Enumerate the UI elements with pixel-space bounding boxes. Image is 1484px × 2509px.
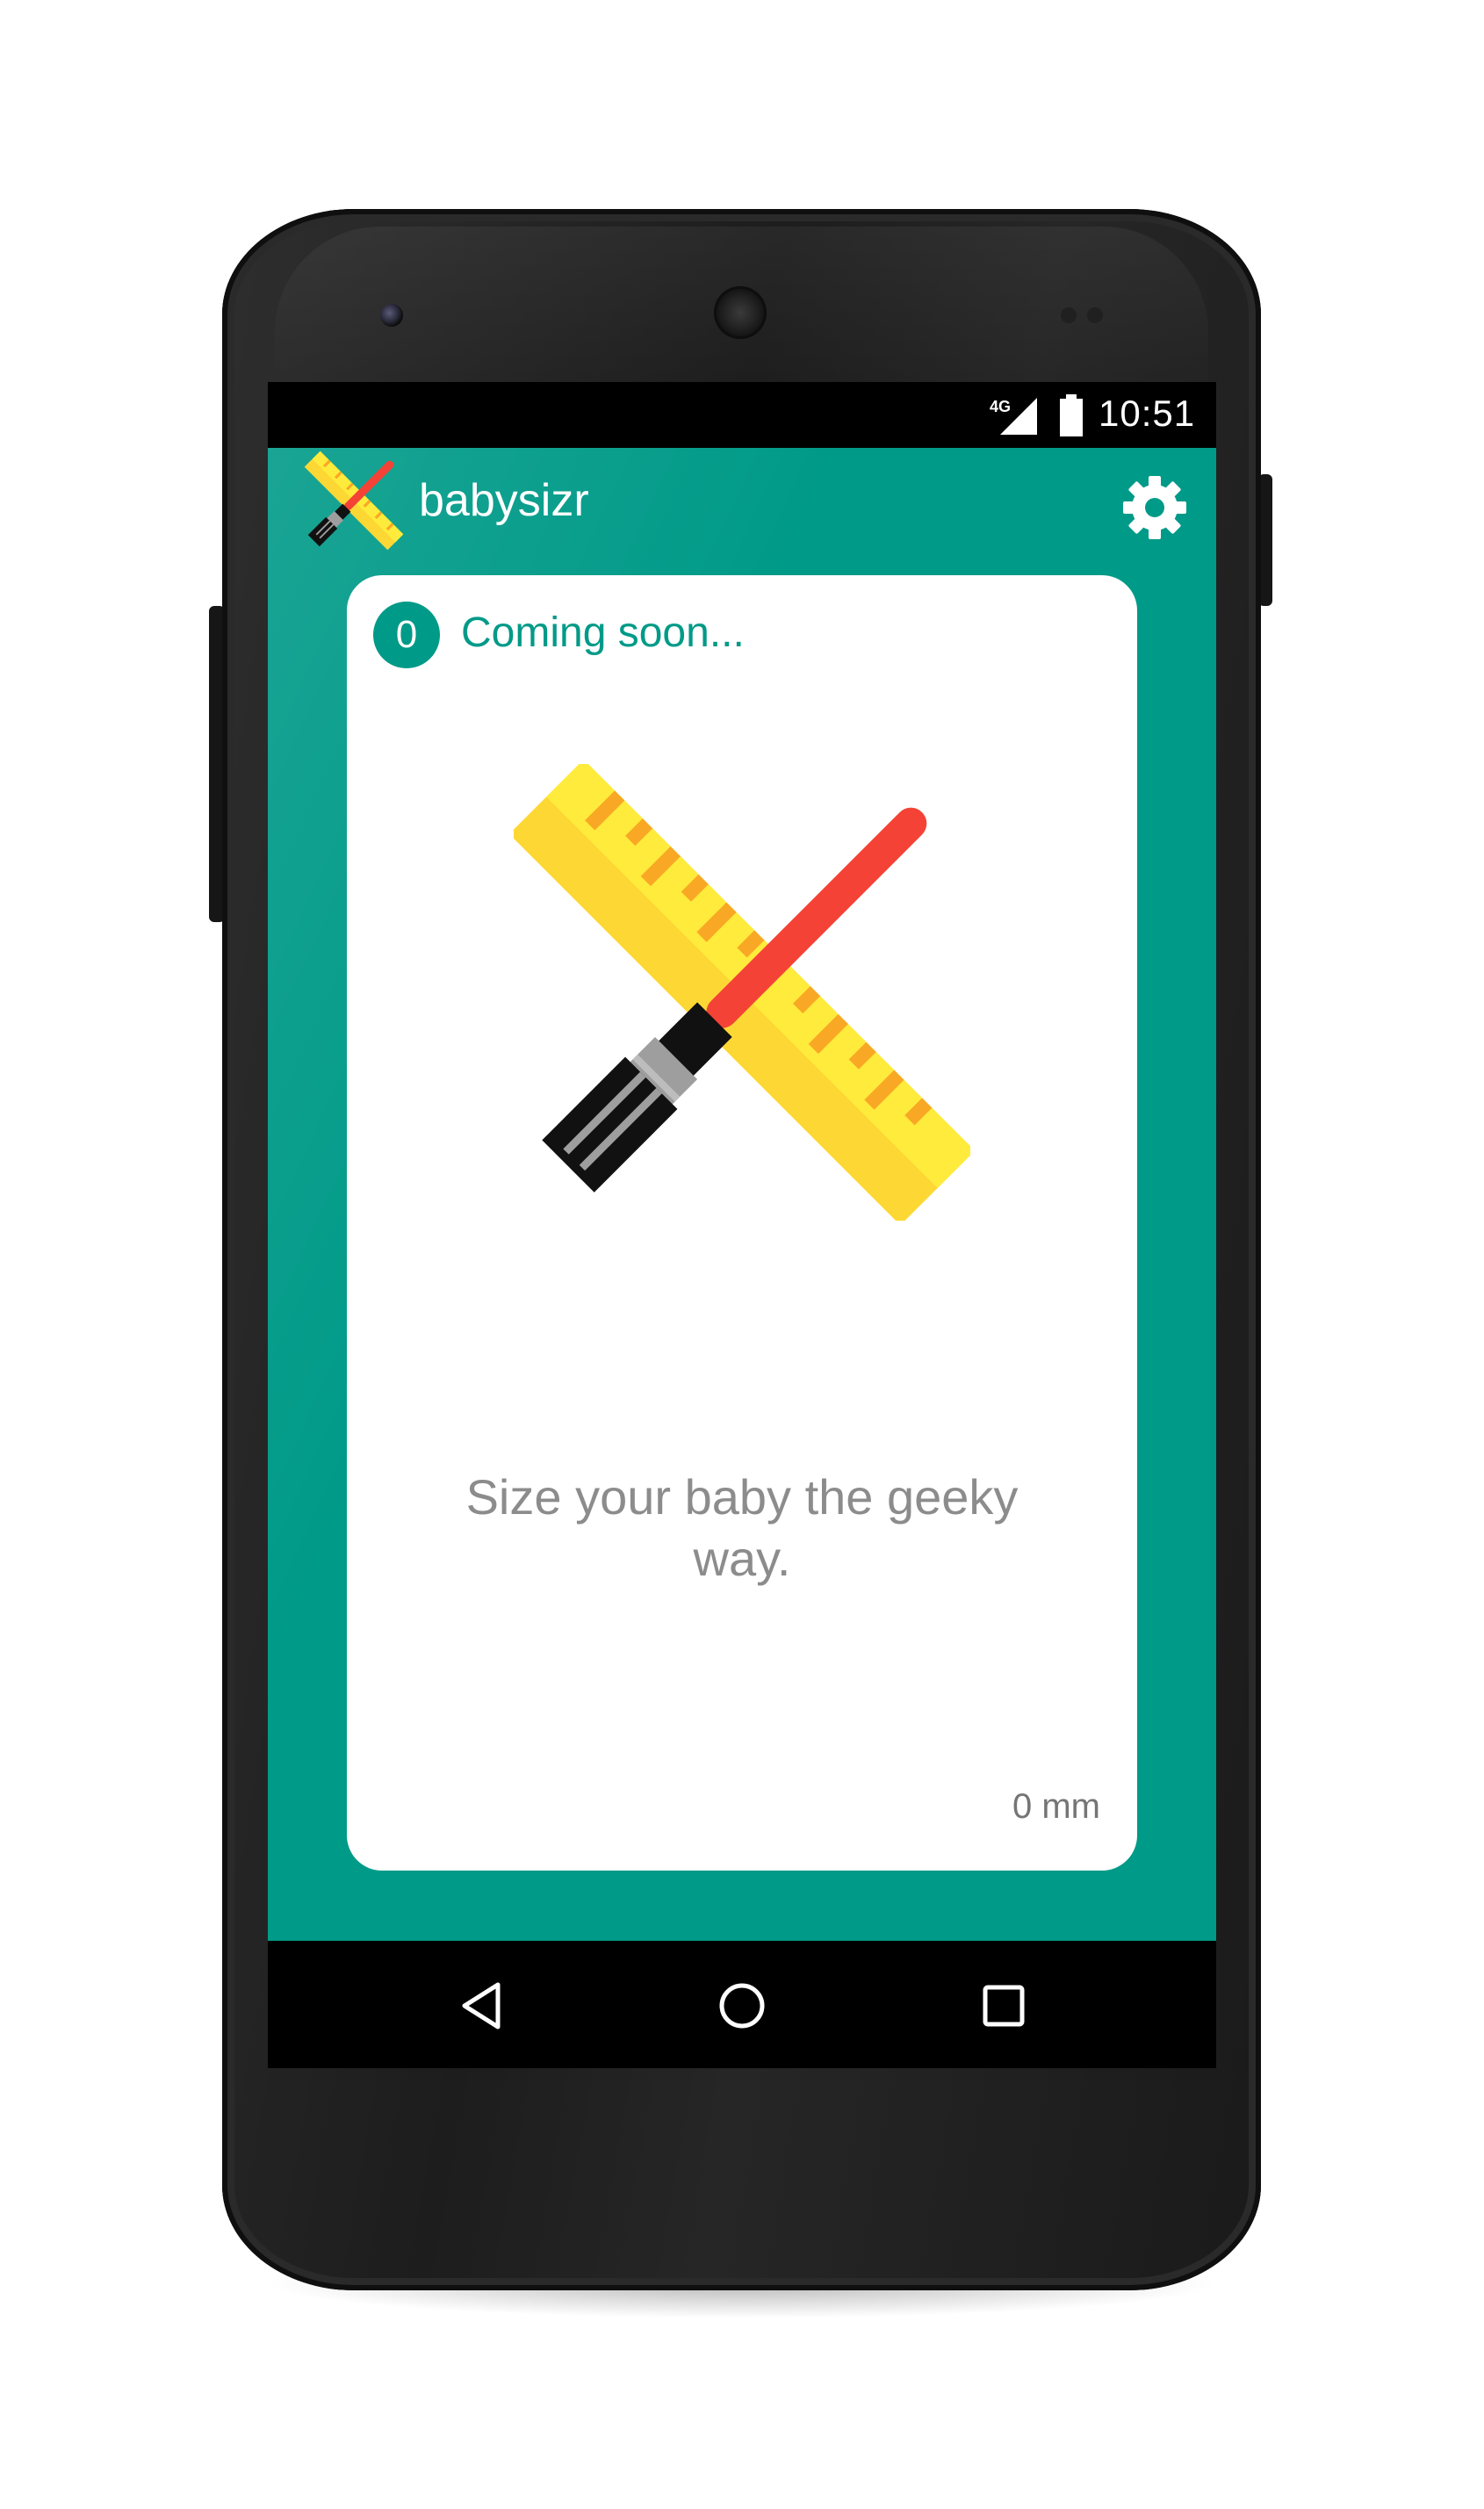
ruler-lightsaber-icon (514, 764, 970, 1221)
tagline: Size your baby the geeky way. (465, 1469, 1019, 1586)
signal-icon (1000, 398, 1037, 435)
front-camera (380, 304, 403, 327)
recents-square-icon[interactable] (976, 1978, 1032, 2034)
measurement-card[interactable]: 0 Coming soon... Size your baby the geek… (347, 575, 1137, 1871)
measurement-value: 0 mm (1012, 1787, 1100, 1826)
status-bar: 4G 10:51 (268, 382, 1216, 448)
count-badge: 0 (373, 602, 440, 668)
earpiece-speaker (714, 286, 767, 339)
gear-icon[interactable] (1120, 472, 1190, 543)
light-sensor (1087, 307, 1103, 323)
card-status: Coming soon... (461, 609, 745, 656)
navigation-bar (268, 1941, 1216, 2068)
clock: 10:51 (1099, 393, 1196, 434)
app-toolbar: babysizr (268, 448, 1216, 571)
app-title: babysizr (419, 475, 589, 526)
battery-icon (1060, 394, 1083, 436)
ruler-lightsaber-logo-icon (304, 451, 404, 551)
device-mockup: 4G 10:51 babysizr 0 Coming soon... Size … (0, 0, 1484, 2509)
back-triangle-icon[interactable] (454, 1978, 510, 2034)
home-circle-icon[interactable] (714, 1978, 770, 2034)
proximity-sensor (1061, 307, 1077, 323)
phone-screen: 4G 10:51 babysizr 0 Coming soon... Size … (268, 382, 1216, 2068)
app-content: babysizr 0 Coming soon... Size your baby… (268, 448, 1216, 1941)
